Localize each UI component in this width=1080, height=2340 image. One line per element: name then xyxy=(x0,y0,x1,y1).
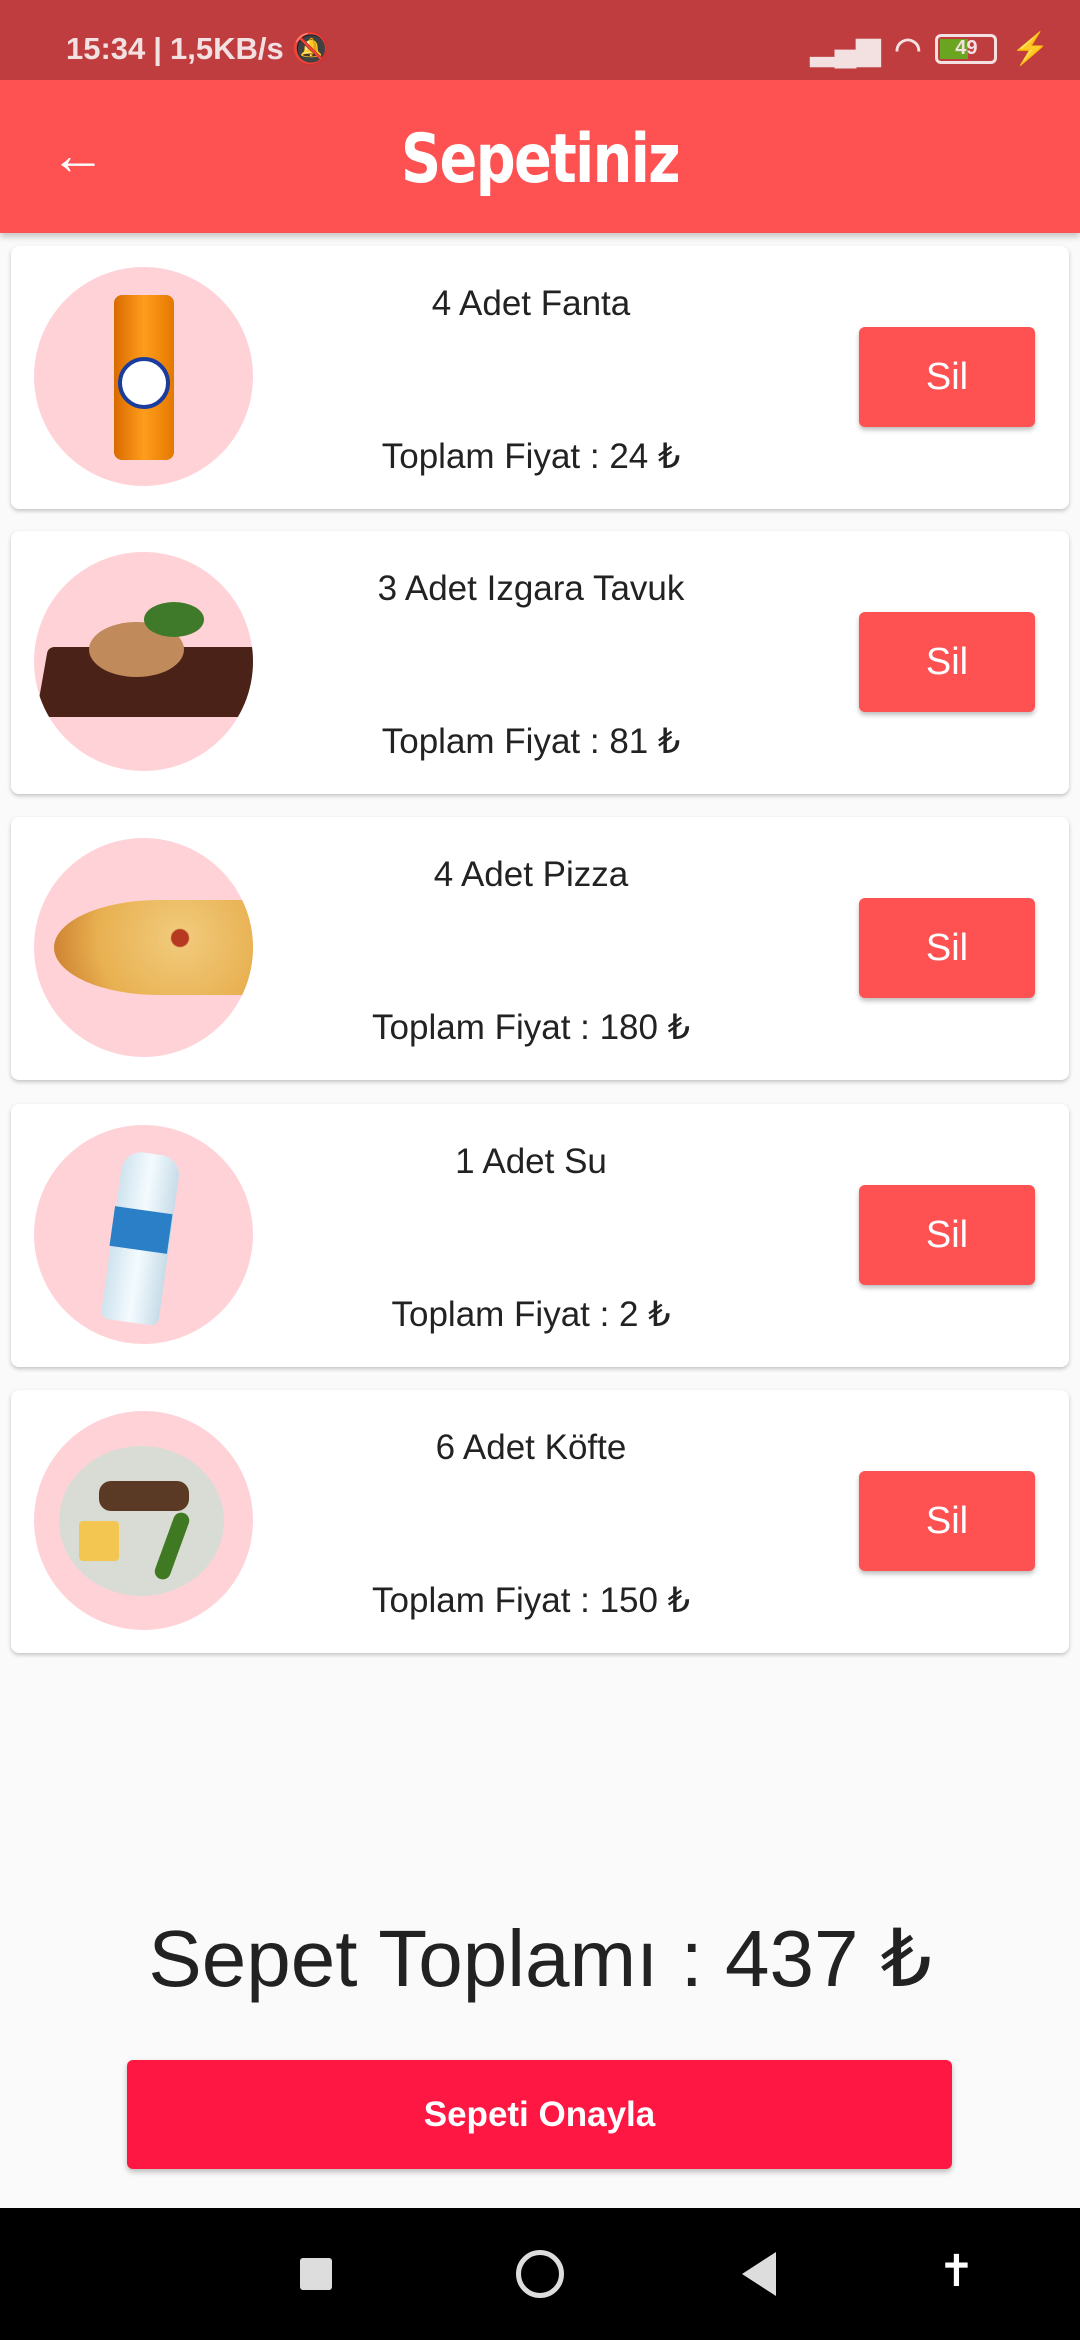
grilled-chicken-image xyxy=(34,552,253,771)
pizza-image xyxy=(34,838,253,1057)
item-name: 3 Adet Izgara Tavuk xyxy=(377,569,685,608)
fanta-can-image xyxy=(34,267,253,486)
item-price: Toplam Fiyat : 81 ₺ xyxy=(381,722,681,761)
status-bar: 15:34 | 1,5KB/s 🔕 ▂▄▆ ◠ 49 ⚡ xyxy=(0,0,1080,80)
delete-button[interactable]: Sil xyxy=(859,1471,1035,1571)
delete-button[interactable]: Sil xyxy=(859,1185,1035,1285)
item-price: Toplam Fiyat : 150 ₺ xyxy=(372,1581,690,1620)
item-name: 6 Adet Köfte xyxy=(435,1428,627,1467)
battery-level: 49 xyxy=(955,37,978,59)
charging-icon: ⚡ xyxy=(1011,31,1050,66)
back-icon[interactable] xyxy=(742,2252,776,2296)
water-bottle-image xyxy=(34,1125,253,1344)
accessibility-icon[interactable]: ✝ xyxy=(938,2246,975,2297)
wifi-icon: ◠ xyxy=(894,30,922,66)
network-speed: 1,5KB/s xyxy=(169,30,284,66)
clock: 15:34 xyxy=(66,30,146,66)
home-icon[interactable] xyxy=(516,2250,564,2298)
cart-item: 3 Adet Izgara Tavuk Toplam Fiyat : 81 ₺ … xyxy=(11,531,1069,794)
delete-button[interactable]: Sil xyxy=(859,898,1035,998)
item-name: 4 Adet Pizza xyxy=(433,855,629,894)
delete-button[interactable]: Sil xyxy=(859,327,1035,427)
signal-icon: ▂▄▆ xyxy=(810,30,881,66)
item-name: 4 Adet Fanta xyxy=(431,284,631,323)
recents-icon[interactable] xyxy=(300,2258,332,2290)
item-price: Toplam Fiyat : 180 ₺ xyxy=(372,1008,690,1047)
item-name: 1 Adet Su xyxy=(455,1142,607,1181)
app-bar: ← Sepetiniz xyxy=(0,80,1080,233)
page-title: Sepetiniz xyxy=(401,120,681,199)
item-price: Toplam Fiyat : 2 ₺ xyxy=(391,1295,671,1334)
battery-icon: 49 xyxy=(935,33,998,64)
cart-item: 6 Adet Köfte Toplam Fiyat : 150 ₺ Sil xyxy=(11,1390,1069,1653)
delete-button[interactable]: Sil xyxy=(859,612,1035,712)
navigation-bar: ✝ xyxy=(0,2208,1080,2340)
cart-item: 1 Adet Su Toplam Fiyat : 2 ₺ Sil xyxy=(11,1104,1069,1367)
item-price: Toplam Fiyat : 24 ₺ xyxy=(381,437,681,476)
cart-item: 4 Adet Fanta Toplam Fiyat : 24 ₺ Sil xyxy=(11,246,1069,509)
confirm-cart-button[interactable]: Sepeti Onayla xyxy=(127,2060,952,2169)
cart-item: 4 Adet Pizza Toplam Fiyat : 180 ₺ Sil xyxy=(11,817,1069,1080)
kofte-plate-image xyxy=(34,1411,253,1630)
bell-muted-icon: 🔕 xyxy=(291,31,331,66)
cart-total: Sepet Toplamı : 437 ₺ xyxy=(148,1914,932,2003)
separator: | xyxy=(153,30,162,66)
